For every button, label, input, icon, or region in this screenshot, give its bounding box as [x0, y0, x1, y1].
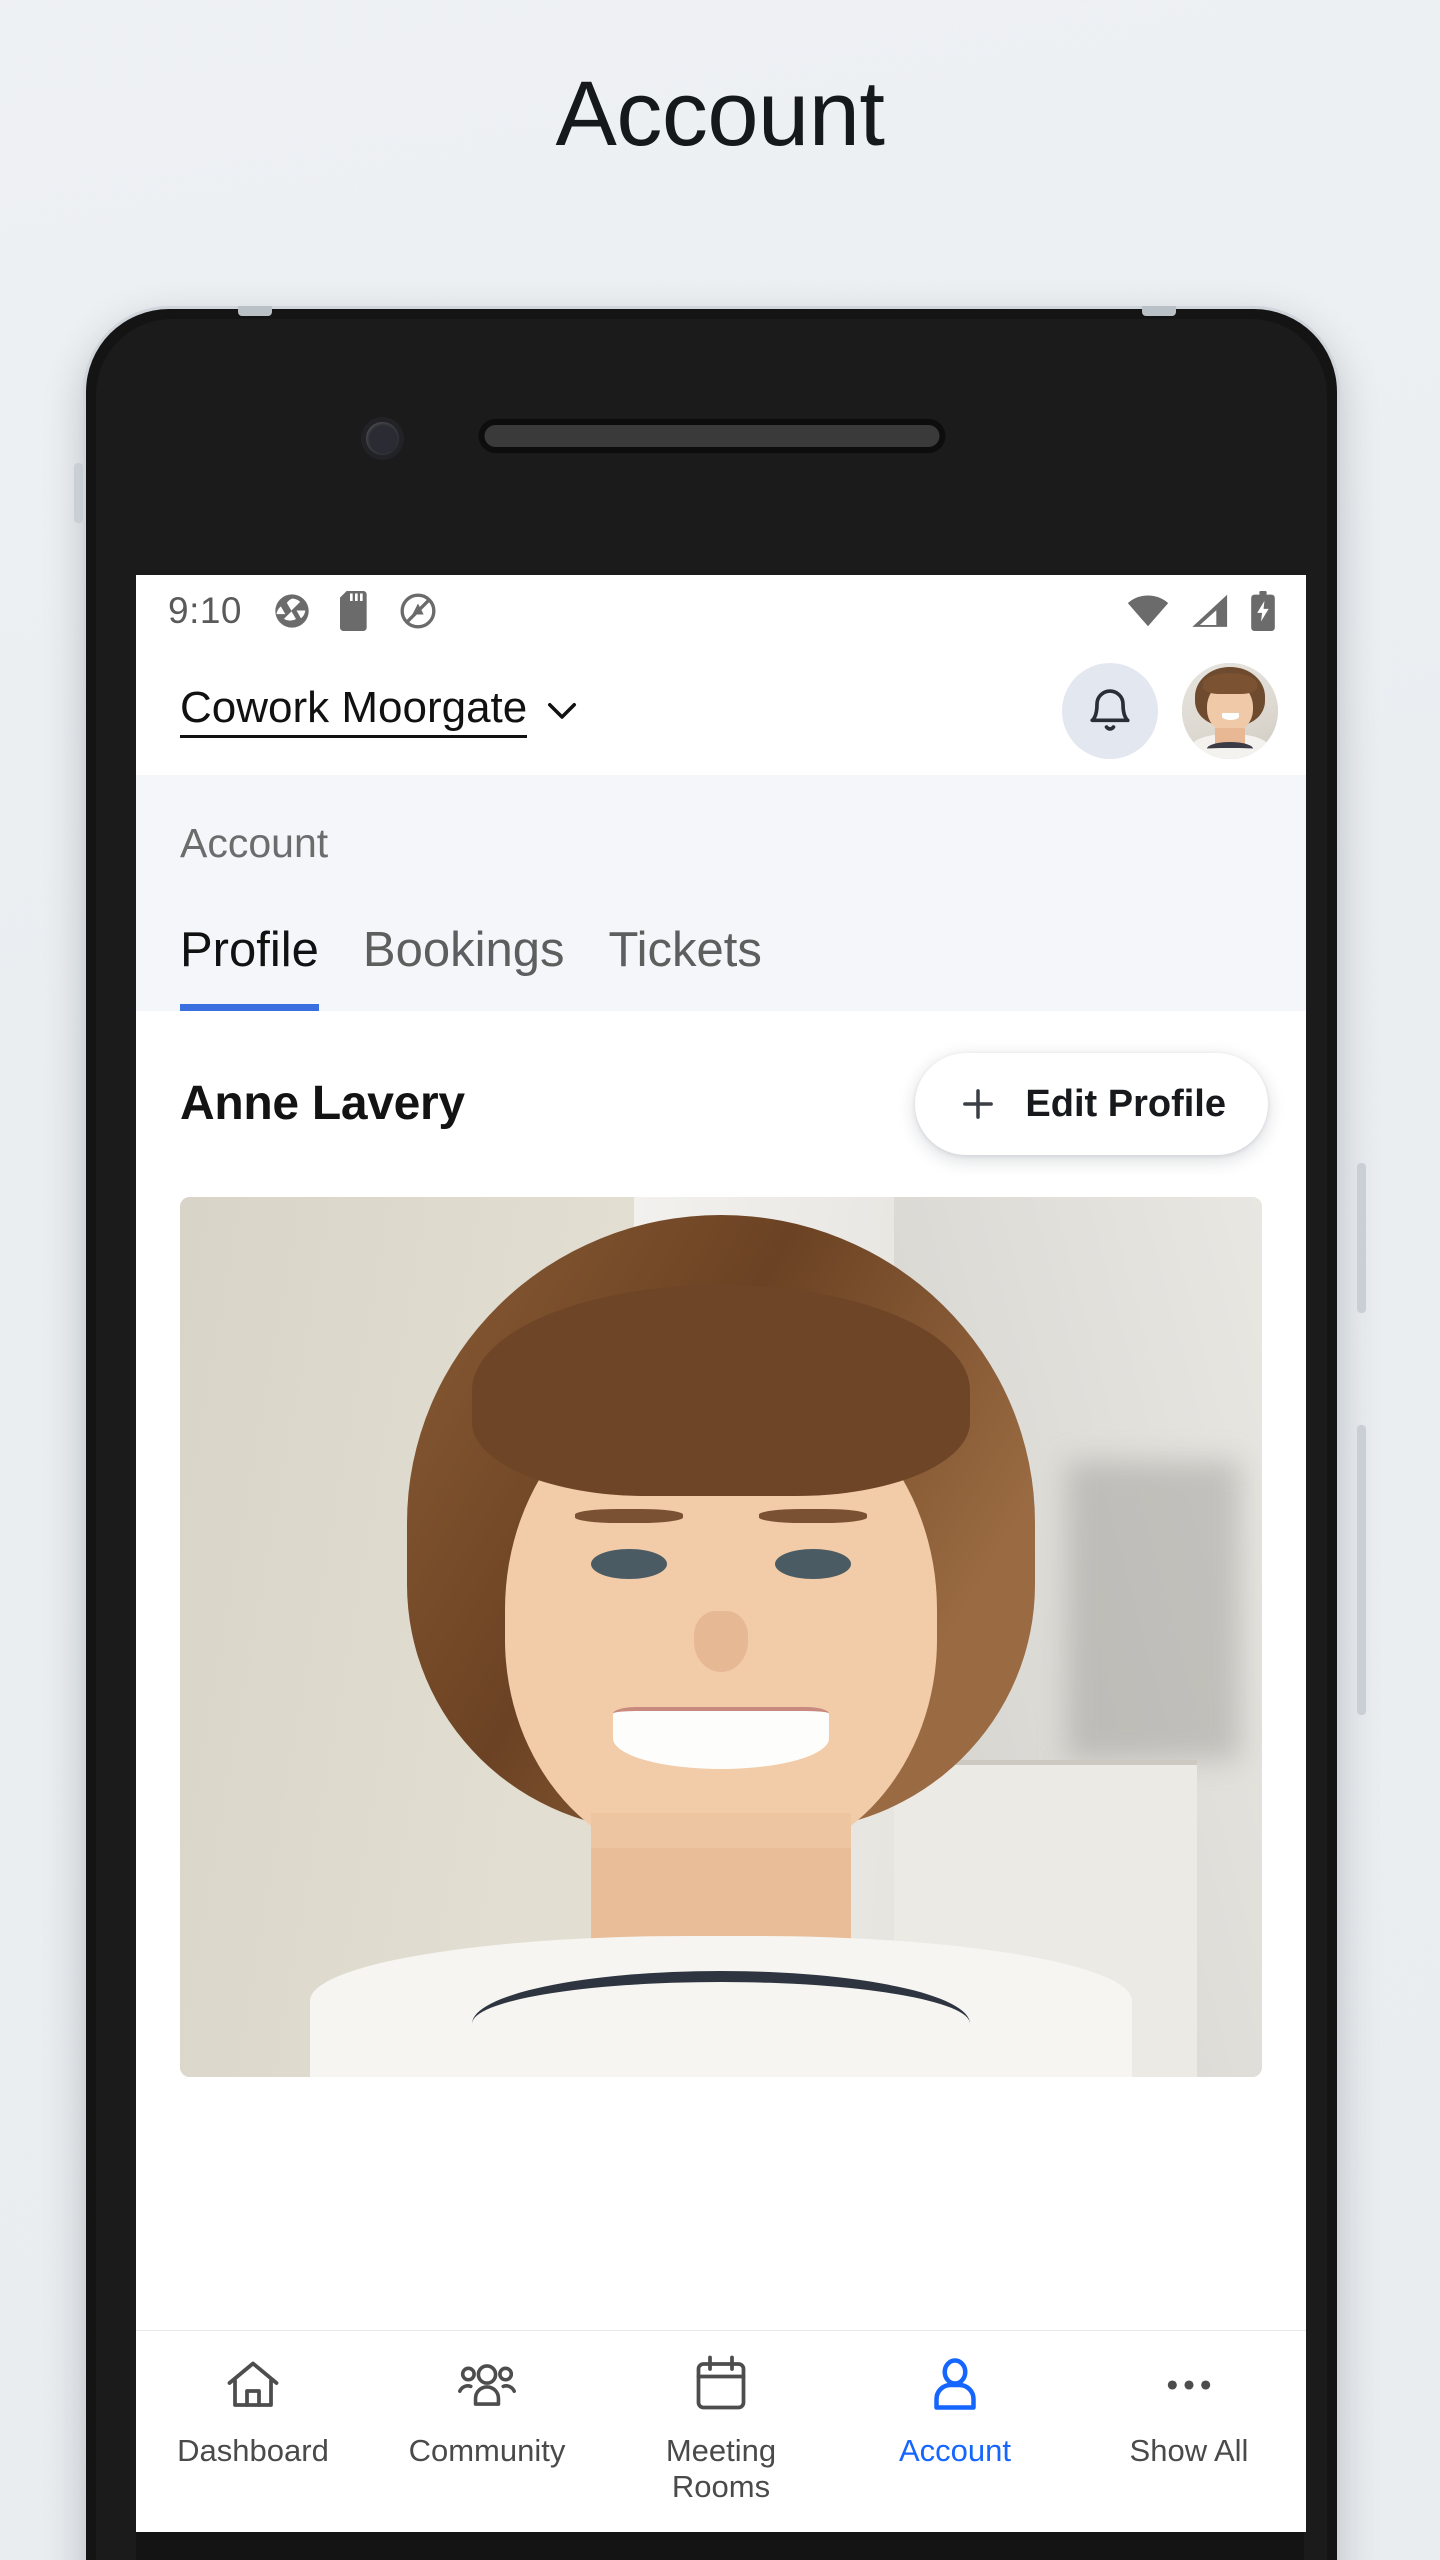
profile-name-row: Anne Lavery Edit Profile [136, 1011, 1306, 1185]
frame-nib-right [1142, 306, 1176, 316]
nav-label-show-all: Show All [1129, 2433, 1249, 2468]
edit-profile-button[interactable]: Edit Profile [915, 1052, 1268, 1155]
nav-label-dashboard: Dashboard [177, 2433, 329, 2468]
nav-label-meeting-rooms: Meeting Rooms [665, 2433, 777, 2504]
notifications-button[interactable] [1062, 663, 1158, 759]
status-clock: 9:10 [168, 590, 243, 631]
battery-charging-icon [1251, 591, 1275, 631]
tab-bar: Profile Bookings Tickets [136, 923, 1306, 1011]
calendar-icon [693, 2353, 749, 2417]
camera-shutter-icon [275, 594, 309, 628]
tab-bookings[interactable]: Bookings [363, 923, 565, 1011]
phone-side-button-right-upper [1357, 1163, 1366, 1313]
bell-icon [1090, 689, 1130, 731]
nav-label-community: Community [408, 2433, 566, 2468]
frame-nib-left [238, 306, 272, 316]
phone-bottom-edge [136, 2532, 1304, 2560]
bottom-navigation-bar: Dashboard Community Meeting Rooms Accoun… [136, 2330, 1306, 2532]
front-camera-icon [366, 422, 399, 455]
nav-item-account[interactable]: Account [838, 2353, 1072, 2469]
people-icon [456, 2353, 518, 2417]
earpiece-speaker [484, 425, 939, 447]
header-actions [1062, 663, 1278, 759]
profile-photo [180, 1196, 1262, 2077]
status-bar: 9:10 [136, 575, 1306, 647]
status-system-icons [1126, 591, 1276, 631]
page-title: Account [555, 63, 885, 165]
venue-name-label: Cowork Moorgate [180, 683, 528, 739]
wifi-icon [1127, 595, 1169, 627]
profile-panel: Anne Lavery Edit Profile Dashboard Commu… [136, 1010, 1306, 2532]
section-label: Account [180, 820, 329, 866]
nav-item-community[interactable]: Community [370, 2353, 604, 2469]
tab-tickets[interactable]: Tickets [608, 923, 761, 1011]
status-notification-icons [272, 591, 438, 631]
sd-card-icon [340, 591, 367, 631]
cellular-signal-icon [1192, 594, 1228, 627]
venue-selector[interactable]: Cowork Moorgate [180, 683, 583, 739]
edit-profile-label: Edit Profile [1025, 1082, 1226, 1125]
phone-side-button-right-lower [1357, 1425, 1366, 1715]
account-section-header: Account Profile Bookings Tickets [136, 775, 1306, 1011]
home-icon [223, 2353, 283, 2417]
nav-item-show-all[interactable]: Show All [1072, 2353, 1306, 2469]
phone-side-button-left [74, 463, 83, 523]
nav-item-meeting-rooms[interactable]: Meeting Rooms [604, 2353, 838, 2504]
avatar[interactable] [1182, 663, 1278, 759]
profile-name: Anne Lavery [180, 1076, 465, 1130]
ellipsis-icon [1158, 2353, 1220, 2417]
nav-item-dashboard[interactable]: Dashboard [136, 2353, 370, 2469]
tab-profile[interactable]: Profile [180, 923, 319, 1011]
phone-screen: 9:10 Cowork Moorgate Account Profile Boo… [136, 575, 1306, 2532]
chevron-down-icon [548, 702, 577, 719]
adblock-icon [400, 593, 436, 629]
plus-icon [963, 1089, 994, 1119]
person-icon [926, 2353, 984, 2417]
app-header: Cowork Moorgate [136, 647, 1306, 775]
nav-label-account: Account [898, 2433, 1011, 2468]
